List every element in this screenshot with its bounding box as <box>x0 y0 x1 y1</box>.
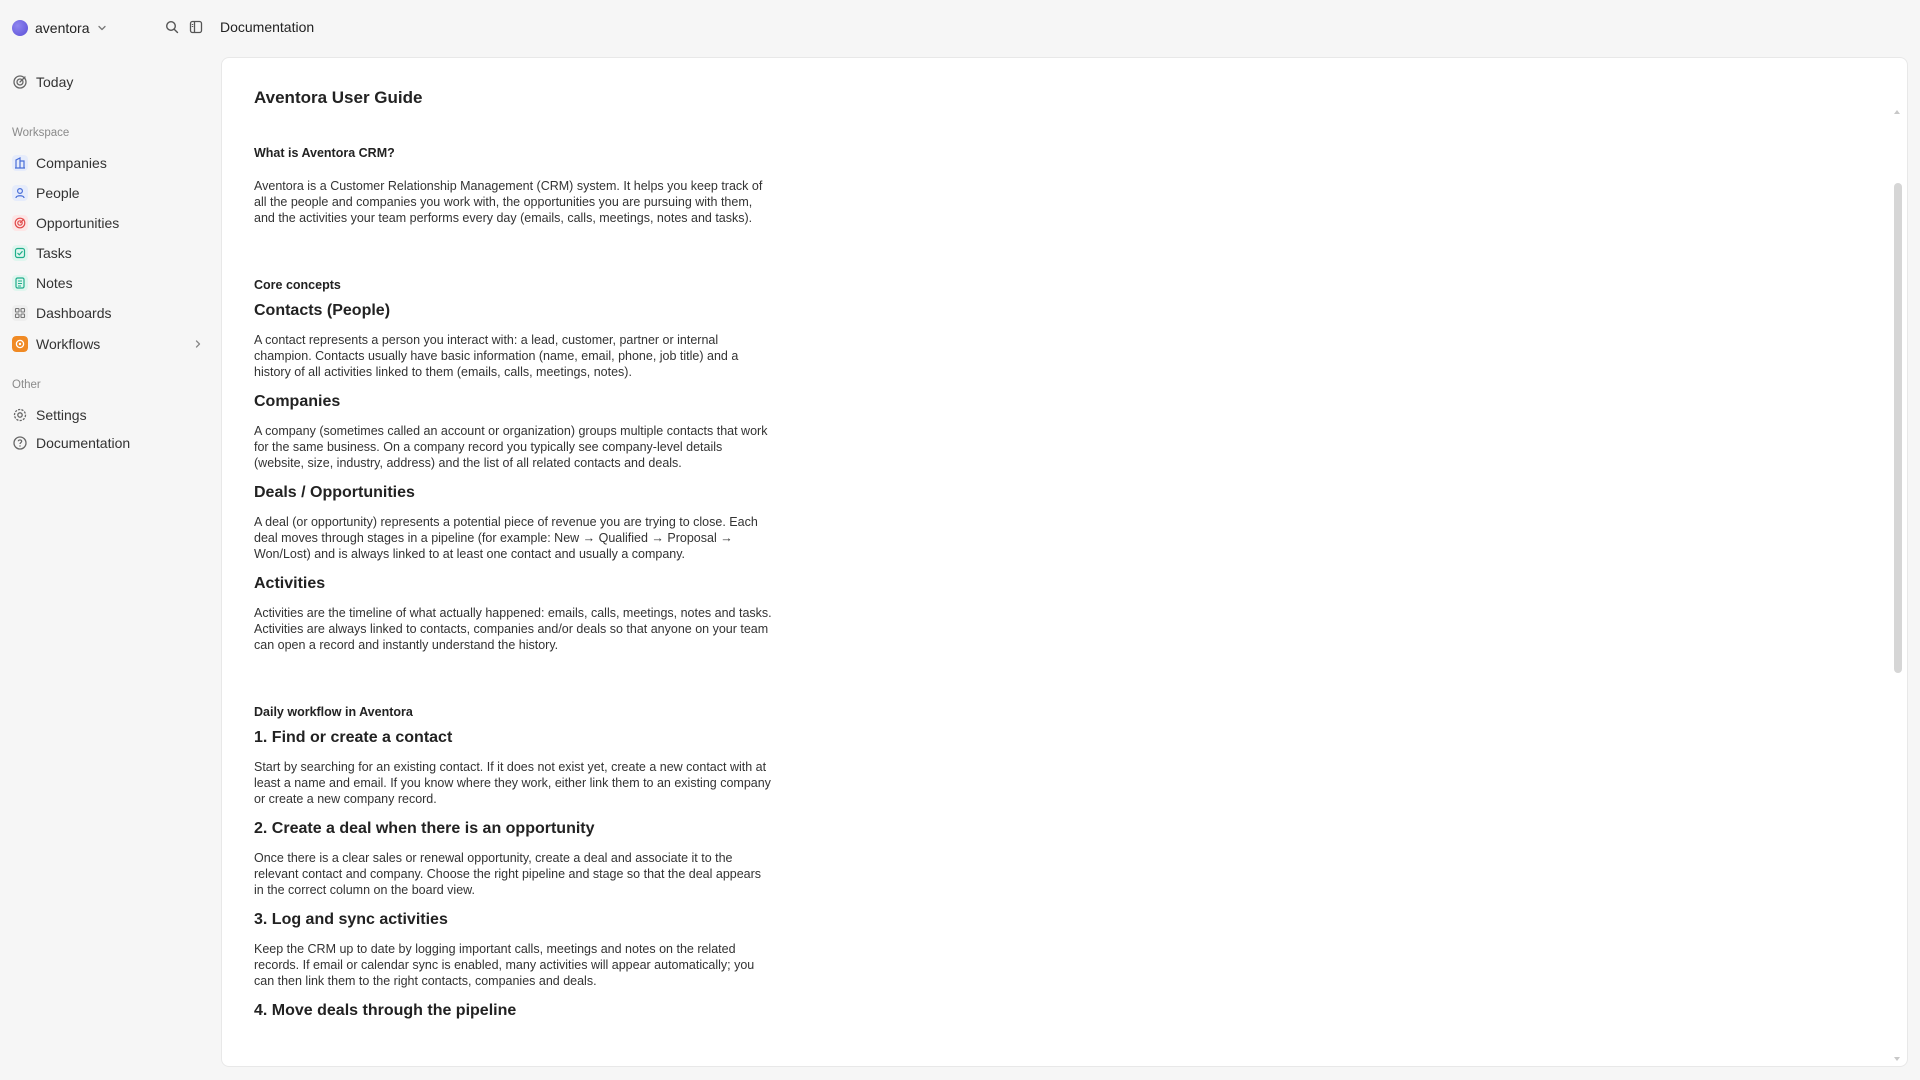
grid-icon <box>12 305 28 321</box>
section-heading: Core concepts <box>254 278 341 292</box>
subsection-heading: Deals / Opportunities <box>254 484 415 501</box>
workspace-switcher[interactable]: aventora <box>12 18 108 38</box>
sidebar-item-notes[interactable]: Notes <box>12 270 208 296</box>
sidebar-item-label: Dashboards <box>36 305 112 321</box>
sidebar-item-label: Settings <box>36 407 87 423</box>
paragraph: Start by searching for an existing conta… <box>254 760 771 806</box>
sidebar-item-people[interactable]: People <box>12 180 208 206</box>
subsection-heading: 1. Find or create a contact <box>254 729 453 746</box>
workflow-icon <box>12 336 28 352</box>
sidebar-item-label: Opportunities <box>36 215 120 231</box>
sidebar-item-today[interactable]: Today <box>12 69 208 95</box>
workspace-logo-icon <box>12 20 28 36</box>
paragraph: Once there is a clear sales or renewal o… <box>254 851 762 897</box>
sidebar-item-label: Workflows <box>36 336 101 352</box>
subsection-heading: 4. Move deals through the pipeline <box>254 1002 517 1019</box>
sidebar-item-settings[interactable]: Settings <box>12 402 208 428</box>
building-icon <box>12 155 28 171</box>
document-panel: Aventora User Guide What is Aventora CRM… <box>221 57 1908 1067</box>
chevron-down-icon <box>98 25 107 31</box>
person-icon <box>12 185 28 201</box>
scroll-up-icon[interactable] <box>1893 108 1901 116</box>
subsection-heading: Activities <box>254 575 326 592</box>
target-today-icon <box>13 75 27 89</box>
sidebar: Today Workspace Companies People Opportu… <box>0 56 216 1080</box>
sidebar-item-documentation[interactable]: Documentation <box>12 430 208 456</box>
subsection-heading: 2. Create a deal when there is an opport… <box>254 820 595 837</box>
sidebar-item-label: Notes <box>36 275 73 291</box>
paragraph: A contact represents a person you intera… <box>254 333 739 379</box>
note-icon <box>12 275 28 291</box>
sidebar-item-label: Today <box>36 74 74 90</box>
gear-icon <box>13 408 27 422</box>
paragraph: Activities are the timeline of what actu… <box>254 606 772 652</box>
scroll-down-icon[interactable] <box>1893 1055 1901 1063</box>
scrollbar-thumb[interactable] <box>1894 183 1902 673</box>
sidebar-item-dashboards[interactable]: Dashboards <box>12 300 208 326</box>
checkbox-icon <box>12 245 28 261</box>
document-body: Aventora User Guide What is Aventora CRM… <box>254 88 774 1020</box>
sidebar-item-companies[interactable]: Companies <box>12 150 208 176</box>
section-label-workspace: Workspace <box>12 127 70 139</box>
sidebar-item-label: Documentation <box>36 435 131 451</box>
sidebar-item-label: Tasks <box>36 245 72 261</box>
subsection-heading: 3. Log and sync activities <box>254 911 448 928</box>
section-label-other: Other <box>12 379 41 391</box>
help-circle-icon <box>13 436 27 450</box>
target-icon <box>12 215 28 231</box>
paragraph: Aventora is a Customer Relationship Mana… <box>254 179 763 225</box>
sidebar-item-label: Companies <box>36 155 107 171</box>
sidebar-toggle-icon[interactable] <box>188 19 204 35</box>
sidebar-item-label: People <box>36 185 80 201</box>
subsection-heading: Companies <box>254 393 341 410</box>
breadcrumb: Documentation <box>220 19 315 35</box>
sidebar-item-tasks[interactable]: Tasks <box>12 240 208 266</box>
scrollbar[interactable] <box>1893 108 1903 1063</box>
paragraph: A company (sometimes called an account o… <box>254 424 768 470</box>
sidebar-item-workflows[interactable]: Workflows <box>12 331 208 357</box>
workspace-name: aventora <box>35 20 90 36</box>
chevron-right-icon[interactable] <box>192 338 204 350</box>
subsection-heading: Contacts (People) <box>254 302 391 319</box>
section-heading: What is Aventora CRM? <box>254 146 395 160</box>
paragraph: A deal (or opportunity) represents a pot… <box>254 515 758 561</box>
section-heading: Daily workflow in Aventora <box>254 705 413 719</box>
sidebar-item-opportunities[interactable]: Opportunities <box>12 210 208 236</box>
top-bar: aventora Documentation <box>0 0 1920 56</box>
search-icon[interactable] <box>164 19 180 35</box>
page-title: Aventora User Guide <box>254 88 423 107</box>
paragraph: Keep the CRM up to date by logging impor… <box>254 942 755 988</box>
